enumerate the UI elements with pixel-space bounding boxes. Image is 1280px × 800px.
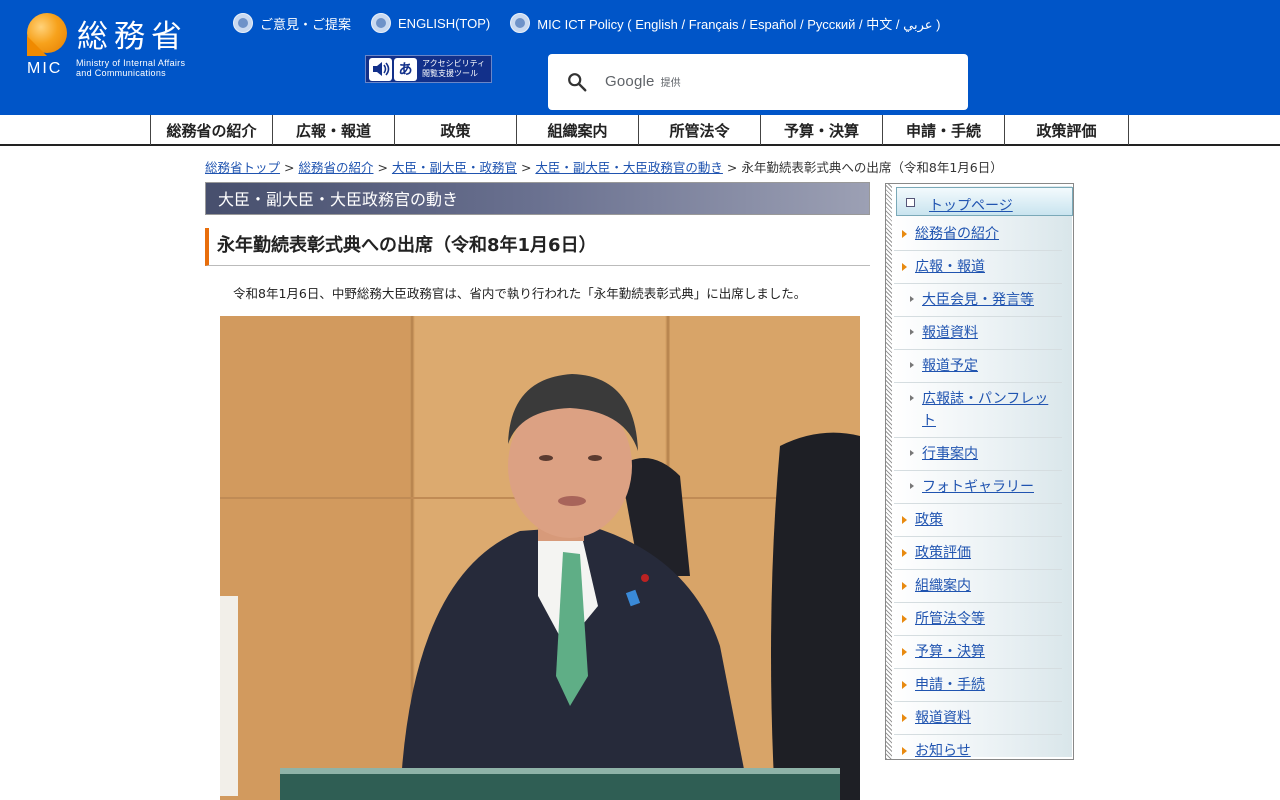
sidebar-item-label[interactable]: 行事案内 (922, 446, 978, 462)
logo-english-name: Ministry of Internal Affairs and Communi… (76, 58, 186, 78)
sidebar-inner: トップページ 総務省の紹介 広報・報道 大臣会見・発言等 報道資料 報道予定 広… (894, 186, 1073, 759)
header-top-links: ご意見・ご提案 ENGLISH(TOP) MIC ICT Policy ( En… (233, 13, 960, 33)
gnav-laws[interactable]: 所管法令 (638, 115, 760, 145)
sidebar-item[interactable]: 予算・決算 (894, 636, 1062, 669)
sidebar-subitem[interactable]: 広報誌・パンフレット (894, 383, 1062, 438)
sidebar-menu: 総務省の紹介 広報・報道 大臣会見・発言等 報道資料 報道予定 広報誌・パンフレ… (894, 218, 1072, 767)
gnav-applications[interactable]: 申請・手続 (882, 115, 1004, 145)
radio-bullet-icon (510, 13, 531, 33)
gnav-policy[interactable]: 政策 (394, 115, 516, 145)
gnav-about[interactable]: 総務省の紹介 (150, 115, 272, 145)
search-input[interactable] (738, 62, 958, 102)
accessibility-tool-button[interactable]: あ アクセシビリティ 閲覧支援ツール (365, 55, 492, 83)
sidebar-item[interactable]: 政策評価 (894, 537, 1062, 570)
sidebar-subitem[interactable]: 大臣会見・発言等 (894, 284, 1062, 317)
sidebar-item[interactable]: 報道資料 (894, 702, 1062, 735)
accessibility-tool-label: アクセシビリティ 閲覧支援ツール (422, 59, 486, 78)
sidebar-item[interactable]: お知らせ (894, 735, 1062, 767)
page-title: 永年勤続表彰式典への出席（令和8年1月6日） (205, 228, 870, 266)
sidebar-item-label[interactable]: 予算・決算 (915, 644, 985, 660)
article-lead: 令和8年1月6日、中野総務大臣政務官は、省内で執り行われた「永年勤続表彰式典」に… (233, 286, 807, 301)
sidebar-item-label[interactable]: 総務省の紹介 (915, 226, 999, 242)
gnav-organization[interactable]: 組織案内 (516, 115, 638, 145)
sidebar-item-label[interactable]: フォトギャラリー (922, 479, 1034, 495)
breadcrumb-link[interactable]: 総務省の紹介 (298, 160, 373, 175)
hiragana-a-icon: あ (394, 57, 417, 81)
sidebar-subitem[interactable]: 行事案内 (894, 438, 1062, 471)
breadcrumb-separator: > (726, 160, 738, 175)
breadcrumb-separator: > (377, 160, 388, 175)
square-bullet-icon (906, 198, 915, 207)
breadcrumb-link[interactable]: 総務省トップ (205, 160, 280, 175)
sidebar-item-label[interactable]: 報道資料 (922, 325, 978, 341)
sidebar-item[interactable]: 申請・手続 (894, 669, 1062, 702)
sidebar-item-label[interactable]: お知らせ (915, 743, 971, 759)
radio-bullet-icon (233, 13, 253, 33)
sidebar-item-label[interactable]: 報道予定 (922, 358, 978, 374)
breadcrumb-separator: > (520, 160, 532, 175)
sidebar-stripe (886, 184, 892, 759)
event-photo-illustration (220, 316, 860, 800)
opinion-link[interactable]: ご意見・ご提案 (233, 13, 351, 33)
section-heading: 大臣・副大臣・大臣政務官の動き (205, 182, 870, 215)
mic-ict-policy-link[interactable]: MIC ICT Policy ( English / Français / Es… (510, 13, 940, 33)
gnav-budget[interactable]: 予算・決算 (760, 115, 882, 145)
sidebar-subitem[interactable]: フォトギャラリー (894, 471, 1062, 504)
breadcrumb-separator: > (284, 160, 295, 175)
sidebar-item-label[interactable]: 組織案内 (915, 578, 971, 594)
site-search-box[interactable]: Google 提供 (548, 54, 968, 110)
gnav-evaluation[interactable]: 政策評価 (1004, 115, 1129, 145)
sidebar-item-label[interactable]: 申請・手続 (915, 677, 985, 693)
sidebar-item-label[interactable]: 報道資料 (915, 710, 971, 726)
sidebar-item-label[interactable]: 所管法令等 (915, 611, 985, 627)
sidebar-subitem[interactable]: 報道資料 (894, 317, 1062, 350)
logo-japanese-name: 総務省 (77, 19, 188, 55)
breadcrumb-link[interactable]: 大臣・副大臣・大臣政務官の動き (535, 160, 723, 175)
global-nav: 総務省の紹介 広報・報道 政策 組織案内 所管法令 予算・決算 申請・手続 政策… (0, 115, 1280, 146)
breadcrumb: 総務省トップ > 総務省の紹介 > 大臣・副大臣・政務官 > 大臣・副大臣・大臣… (205, 157, 1003, 176)
google-provider-label: Google 提供 (605, 73, 681, 90)
sidebar-item-label[interactable]: 大臣会見・発言等 (922, 292, 1034, 308)
sidebar-item-label[interactable]: 政策評価 (915, 545, 971, 561)
logo-mark-corner (27, 36, 47, 56)
site-header: 総務省 MIC Ministry of Internal Affairs and… (0, 0, 1280, 115)
sidebar-item[interactable]: 政策 (894, 504, 1062, 537)
speaker-icon (369, 57, 392, 81)
sidebar-item[interactable]: 組織案内 (894, 570, 1062, 603)
sidebar-subitem[interactable]: 報道予定 (894, 350, 1062, 383)
sidebar-top-page-link[interactable]: トップページ (929, 195, 1013, 215)
sidebar-item-label[interactable]: 広報誌・パンフレット (922, 391, 1048, 429)
gnav-press[interactable]: 広報・報道 (272, 115, 394, 145)
event-photo (220, 316, 860, 800)
search-icon[interactable] (566, 71, 588, 93)
english-top-link[interactable]: ENGLISH(TOP) (371, 13, 490, 33)
sidebar-item-label[interactable]: 広報・報道 (915, 259, 985, 275)
side-navigation: トップページ 総務省の紹介 広報・報道 大臣会見・発言等 報道資料 報道予定 広… (885, 183, 1074, 760)
radio-bullet-icon (371, 13, 392, 33)
breadcrumb-current: 永年勤続表彰式典への出席（令和8年1月6日） (741, 160, 1003, 175)
sidebar-item[interactable]: 所管法令等 (894, 603, 1062, 636)
sidebar-item[interactable]: 総務省の紹介 (894, 218, 1062, 251)
logo-mic-text: MIC (27, 60, 63, 77)
sidebar-item-label[interactable]: 政策 (915, 512, 943, 528)
sidebar-item[interactable]: 広報・報道 (894, 251, 1062, 284)
breadcrumb-link[interactable]: 大臣・副大臣・政務官 (392, 160, 517, 175)
sidebar-top-page[interactable]: トップページ (896, 187, 1073, 216)
